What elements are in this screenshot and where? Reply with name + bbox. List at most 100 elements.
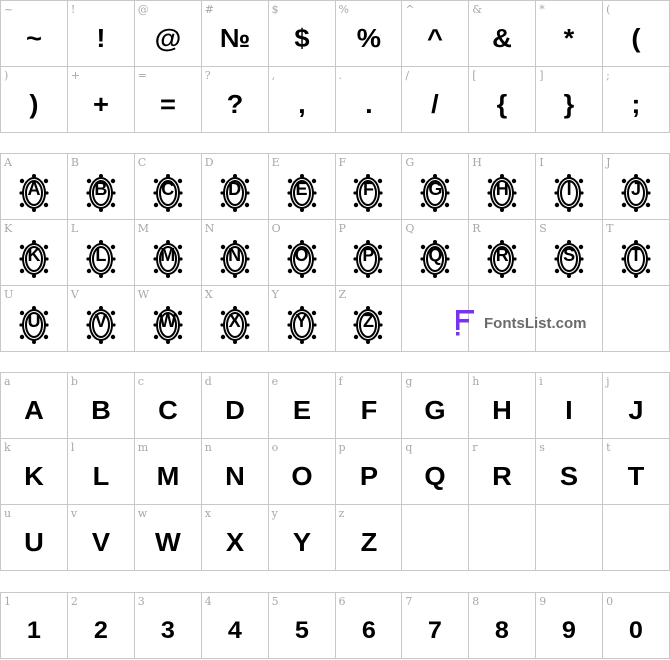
ornament-frame-icon: A: [19, 173, 49, 213]
glyph-sample: 2: [93, 616, 108, 644]
ornament-frame-icon: X: [220, 305, 250, 345]
lowercase-cell: lL: [67, 439, 135, 505]
lowercase-cell: oO: [268, 439, 336, 505]
ornament-frame-icon: C: [153, 173, 183, 213]
number-cell: 11: [1, 593, 68, 659]
cell-key-label: W: [137, 288, 150, 301]
ornament-letter: L: [95, 244, 107, 265]
lowercase-cell: eE: [268, 373, 336, 439]
lowercase-cell: fF: [335, 373, 403, 439]
glyph-sample: A: [24, 395, 44, 425]
glyph-sample: Y: [292, 527, 311, 557]
glyph-sample: ^: [427, 23, 444, 53]
fontslist-text: FontsList.com: [484, 314, 587, 332]
symbol-cell: ;;: [603, 67, 670, 133]
symbol-cell: %%: [335, 1, 403, 67]
glyph-sample: /: [431, 89, 440, 119]
uppercase-cell: WW: [134, 286, 202, 352]
number-cell: 77: [402, 593, 470, 659]
glyph-sample: J: [628, 395, 644, 425]
ornament-frame-icon: V: [86, 305, 116, 345]
glyph-sample: Q: [424, 461, 446, 491]
glyph-sample: B: [90, 395, 111, 425]
lowercase-cell: kK: [1, 439, 68, 505]
number-cell: 66: [335, 593, 403, 659]
uppercase-cell: CC: [134, 154, 202, 220]
lowercase-cell: hH: [469, 373, 537, 439]
cell-key-label: H: [472, 156, 482, 169]
cell-key-label: V: [70, 288, 79, 301]
cell-key-label: S: [539, 222, 547, 235]
ornament-frame-icon: P: [353, 239, 384, 279]
uppercase-cell: DD: [201, 154, 269, 220]
uppercase-cell: EE: [268, 154, 336, 220]
ornament-letter: J: [631, 178, 642, 199]
ornament-frame-icon: B: [86, 173, 116, 213]
ornament-frame-icon: M: [153, 239, 183, 279]
number-cell: 55: [268, 593, 336, 659]
symbol-cell: ..: [335, 67, 403, 133]
cell-key-label: D: [204, 156, 214, 169]
ornament-frame-icon: Y: [286, 305, 317, 345]
uppercase-cell: VV: [67, 286, 135, 352]
lowercase-cell: zZ: [335, 505, 403, 571]
ornament-letter: N: [228, 244, 242, 265]
fontslist-logo[interactable]: FontsList.com: [454, 309, 587, 337]
uppercase-cell: QQ: [402, 220, 470, 286]
empty-cell: [402, 505, 470, 571]
glyph-sample: 9: [562, 616, 577, 644]
cell-key-label: K: [4, 222, 13, 235]
ornament-frame-icon: U: [19, 305, 49, 345]
ornament-letter: O: [294, 244, 309, 265]
ornament-letter: E: [295, 178, 308, 199]
cell-key-label: R: [472, 222, 481, 235]
glyph-sample: &: [492, 23, 513, 53]
ornament-frame-icon: Q: [420, 239, 450, 279]
symbol-cell: / /: [402, 67, 470, 133]
uppercase-cell: SS: [536, 220, 604, 286]
symbol-cell: ??: [201, 67, 269, 133]
uppercase-cell: GG: [402, 154, 470, 220]
ornament-frame-icon: Z: [353, 305, 384, 345]
lowercase-cell: iI: [536, 373, 604, 439]
symbol-cell: [{: [469, 67, 537, 133]
lowercase-cell: uU: [1, 505, 68, 571]
glyph-sample: $: [293, 23, 310, 53]
uppercase-cell: JJ: [603, 154, 670, 220]
glyph-sample: .: [364, 89, 373, 119]
glyph-sample: %: [356, 23, 381, 53]
cell-key-label: N: [204, 222, 215, 235]
glyph-sample: O: [290, 461, 313, 491]
cell-key-label: O: [271, 222, 281, 235]
number-cell: 00: [603, 593, 670, 659]
glyph-sample: =: [159, 89, 176, 119]
glyph-sample: I: [565, 395, 573, 425]
ornament-frame-icon: L: [86, 239, 116, 279]
ornament-frame-icon: E: [286, 173, 317, 213]
lowercase-cell: sS: [536, 439, 604, 505]
ornament-frame-icon: K: [19, 239, 49, 279]
glyph-sample: G: [424, 395, 446, 425]
ornament-letter: D: [228, 178, 242, 199]
cell-key-label: I: [539, 156, 544, 169]
glyph-sample: 8: [495, 616, 510, 644]
glyph-sample: U: [24, 527, 44, 557]
cell-key-label: J: [606, 156, 611, 169]
symbol-cell: * *: [536, 1, 604, 67]
ornament-letter: G: [428, 178, 443, 199]
glyph-sample: (: [631, 23, 641, 53]
glyph-sample: V: [91, 527, 110, 557]
glyph-sample: C: [157, 395, 178, 425]
cell-key-label: E: [271, 156, 280, 169]
lowercase-cell: aA: [1, 373, 68, 439]
uppercase-cell: FF: [335, 154, 403, 220]
glyph-sample: ;: [631, 89, 641, 119]
glyph-sample: X: [225, 527, 244, 557]
uppercase-cell: MM: [134, 220, 202, 286]
ornament-frame-icon: F: [353, 173, 384, 213]
glyph-sample: *: [563, 23, 575, 53]
lowercase-grid: aAbBcCdDeEfFgGhHiIjJ kKlLmMnNoOpPqQrRsStT…: [0, 372, 670, 571]
glyph-sample: +: [92, 89, 109, 119]
uppercase-cell: BB: [67, 154, 135, 220]
symbol-cell: @ @: [134, 1, 202, 67]
